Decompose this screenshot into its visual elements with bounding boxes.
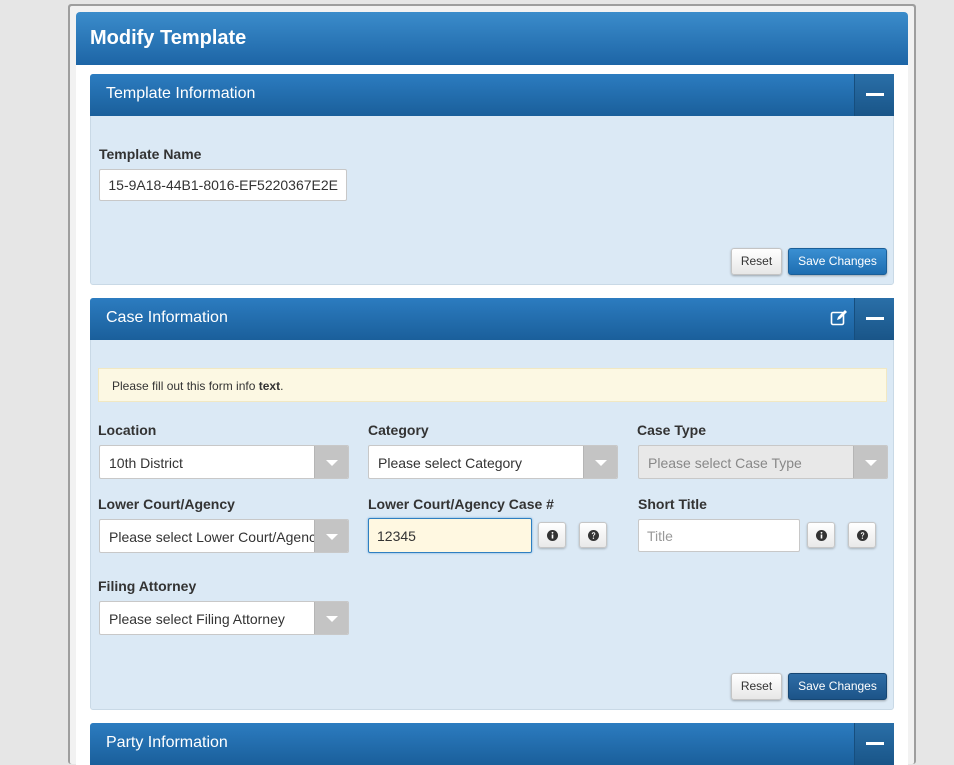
chevron-down-icon (853, 446, 887, 478)
template-name-label: Template Name (99, 146, 202, 162)
case-type-label: Case Type (637, 422, 706, 438)
category-value: Please select Category (378, 455, 522, 471)
page-title: Modify Template (90, 27, 247, 49)
minus-icon (866, 93, 884, 96)
lower-court-label: Lower Court/Agency (98, 496, 235, 512)
filing-attorney-value: Please select Filing Attorney (109, 611, 285, 627)
chevron-down-icon (314, 520, 348, 552)
info-icon (816, 530, 827, 541)
party-information-panel: Party Information (90, 723, 894, 765)
lower-court-case-info-button[interactable] (538, 522, 566, 548)
template-information-header[interactable]: Template Information (90, 74, 894, 116)
question-icon (857, 530, 868, 541)
minus-icon (866, 317, 884, 320)
lower-court-case-help-button[interactable] (579, 522, 607, 548)
chevron-down-icon (314, 602, 348, 634)
short-title-input[interactable] (638, 519, 800, 552)
case-type-value: Please select Case Type (648, 455, 802, 471)
panel-title: Case Information (106, 309, 228, 326)
lower-court-select[interactable]: Please select Lower Court/Agency (99, 519, 349, 553)
filing-attorney-select[interactable]: Please select Filing Attorney (99, 601, 349, 635)
notice-bold-text: text (258, 379, 281, 393)
page-header: Modify Template (76, 12, 908, 65)
form-notice: Please fill out this form info text. (98, 368, 887, 402)
short-title-help-button[interactable] (848, 522, 876, 548)
notice-text: Please fill out this form info (112, 379, 259, 393)
template-reset-button[interactable]: Reset (731, 248, 782, 275)
case-information-header[interactable]: Case Information (90, 298, 894, 340)
location-select[interactable]: 10th District (99, 445, 349, 479)
collapse-button[interactable] (854, 298, 894, 340)
template-save-button[interactable]: Save Changes (788, 248, 887, 275)
info-icon (547, 530, 558, 541)
notice-end: . (280, 379, 284, 393)
case-reset-button[interactable]: Reset (731, 673, 782, 700)
case-type-select[interactable]: Please select Case Type (638, 445, 888, 479)
category-label: Category (368, 422, 429, 438)
lower-court-case-label: Lower Court/Agency Case # (368, 496, 554, 512)
filing-attorney-label: Filing Attorney (98, 578, 197, 594)
case-save-button[interactable]: Save Changes (788, 673, 887, 700)
template-name-input[interactable] (99, 169, 347, 201)
panel-title: Template Information (106, 85, 256, 102)
edit-icon[interactable] (830, 309, 848, 327)
chevron-down-icon (314, 446, 348, 478)
category-select[interactable]: Please select Category (368, 445, 618, 479)
location-value: 10th District (109, 455, 183, 471)
lower-court-value: Please select Lower Court/Agency (109, 529, 314, 545)
party-information-header[interactable]: Party Information (90, 723, 894, 765)
collapse-button[interactable] (854, 74, 894, 116)
collapse-button[interactable] (854, 723, 894, 765)
question-icon (588, 530, 599, 541)
short-title-label: Short Title (638, 496, 707, 512)
lower-court-case-input[interactable] (368, 518, 532, 553)
location-label: Location (98, 422, 157, 438)
chevron-down-icon (583, 446, 617, 478)
minus-icon (866, 742, 884, 745)
short-title-info-button[interactable] (807, 522, 835, 548)
